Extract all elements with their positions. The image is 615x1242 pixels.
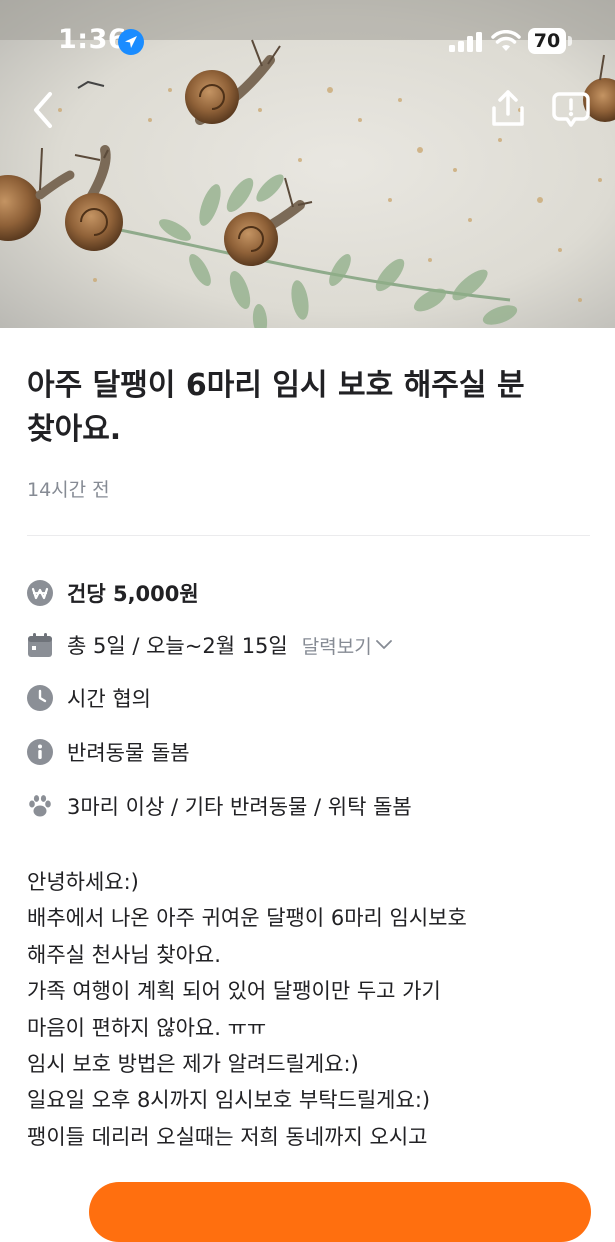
clock-icon xyxy=(27,685,53,711)
description-line: 일요일 오후 8시까지 임시보호 부탁드릴게요:) xyxy=(27,1088,431,1113)
chevron-down-icon xyxy=(375,640,392,649)
post-photo[interactable]: 1:36 70 xyxy=(0,0,615,328)
description-line: 가족 여행이 계획 되어 있어 달팽이만 두고 가기 xyxy=(27,979,441,1004)
share-button[interactable] xyxy=(488,88,528,130)
info-row-time: 시간 협의 xyxy=(27,682,151,714)
battery-indicator: 70 xyxy=(528,28,574,54)
description-line: 팽이들 데리러 오실때는 저희 동네까지 오시고 xyxy=(27,1124,428,1149)
won-coin-icon xyxy=(27,580,53,606)
info-row-category: 반려동물 돌봄 xyxy=(27,736,190,768)
battery-level: 70 xyxy=(528,28,566,54)
wifi-icon xyxy=(491,30,521,51)
signal-icon xyxy=(449,32,482,52)
post-time: 14시간 전 xyxy=(27,479,110,501)
description-line: 해주실 천사님 찾아요. xyxy=(27,942,221,967)
calendar-icon xyxy=(28,633,52,657)
view-calendar-label: 달력보기 xyxy=(301,635,372,658)
pet-detail-text: 3마리 이상 / 기타 반려동물 / 위탁 돌봄 xyxy=(67,795,412,819)
post-title: 아주 달팽이 6마리 임시 보호 해주실 분 찾아요. xyxy=(27,368,525,447)
schedule-text: 총 5일 / 오늘~2월 15일 xyxy=(67,634,288,658)
paw-icon xyxy=(29,795,51,817)
view-calendar-link[interactable]: 달력보기 xyxy=(302,632,392,659)
back-button[interactable] xyxy=(26,88,60,132)
description-line: 임시 보호 방법은 제가 알려드릴게요:) xyxy=(27,1052,359,1077)
post-description: 안녕하세요:) 배추에서 나온 아주 귀여운 달팽이 6마리 임시보호 해주실 … xyxy=(27,864,592,1155)
time-text: 시간 협의 xyxy=(67,687,151,711)
apply-button[interactable] xyxy=(89,1182,591,1242)
divider xyxy=(27,535,590,536)
description-line: 안녕하세요:) xyxy=(27,870,139,894)
description-line: 마음이 편하지 않아요. ㅠㅠ xyxy=(27,1015,267,1040)
info-icon xyxy=(27,739,53,765)
info-row-schedule: 총 5일 / 오늘~2월 15일 달력보기 xyxy=(27,629,392,661)
status-bar: 1:36 70 xyxy=(0,0,615,80)
category-text: 반려동물 돌봄 xyxy=(67,741,190,765)
info-row-pet: 3마리 이상 / 기타 반려동물 / 위탁 돌봄 xyxy=(27,790,412,822)
location-arrow-icon xyxy=(118,29,144,55)
info-row-price: 건당 5,000원 xyxy=(27,577,199,609)
description-line: 배추에서 나온 아주 귀여운 달팽이 6마리 임시보호 xyxy=(27,906,467,931)
price-text: 건당 5,000원 xyxy=(67,582,199,606)
report-button[interactable] xyxy=(551,90,591,130)
